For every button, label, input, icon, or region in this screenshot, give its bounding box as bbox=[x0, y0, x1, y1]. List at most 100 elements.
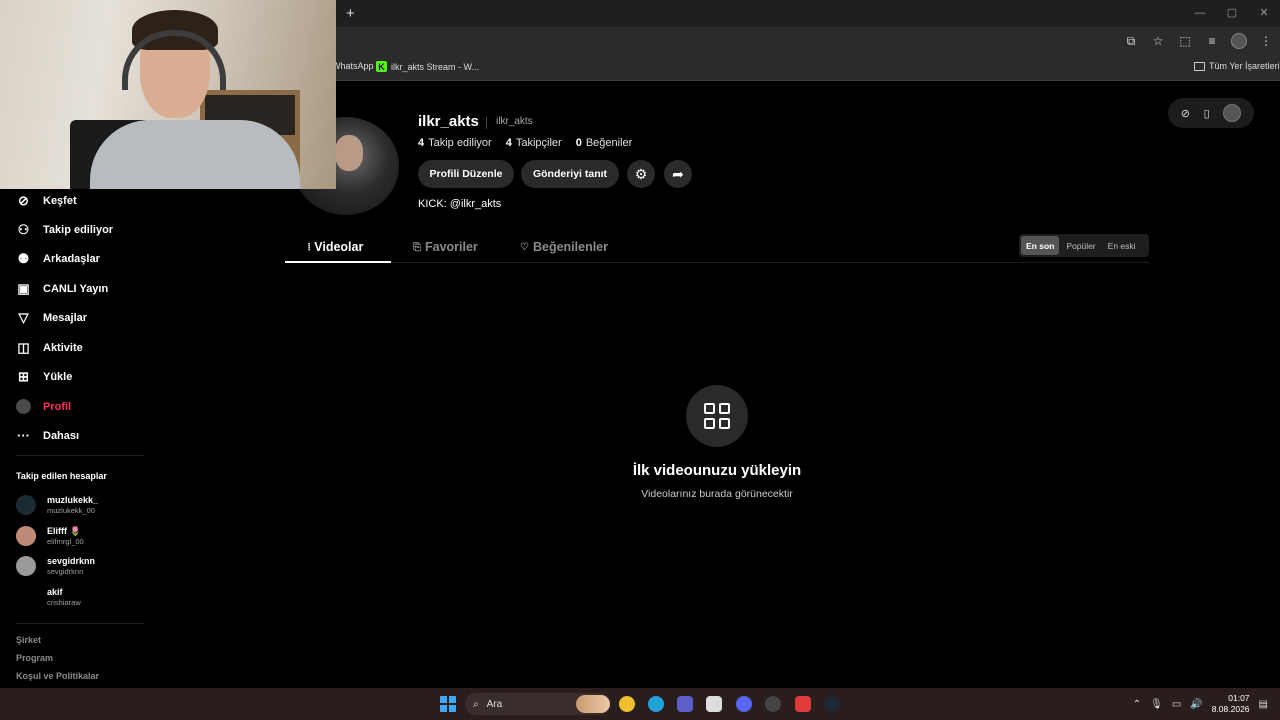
avatar[interactable] bbox=[1223, 104, 1242, 122]
stat-label: Takip ediliyor bbox=[428, 137, 492, 149]
notification-icon[interactable]: ▤ bbox=[1259, 699, 1268, 710]
maximize-button[interactable]: ▢ bbox=[1216, 0, 1248, 27]
empty-state-title: İlk videounuzu yükleyin bbox=[632, 462, 802, 479]
steam-icon[interactable] bbox=[824, 696, 840, 712]
taskbar-search[interactable]: ⌕ Ara bbox=[465, 693, 610, 715]
activity-icon: ◫ bbox=[17, 339, 30, 355]
tab-label: Favoriler bbox=[425, 240, 478, 254]
sidebar-item-upload[interactable]: ⊞ Yükle bbox=[16, 369, 72, 384]
account-username: crishiaraw bbox=[47, 598, 81, 607]
tab-label: Videolar bbox=[314, 240, 364, 254]
kebab-menu-icon[interactable]: ⋮ bbox=[1258, 33, 1274, 49]
footer-link-terms[interactable]: Koşul ve Politikalar bbox=[16, 671, 99, 681]
search-highlight-image bbox=[576, 695, 610, 713]
install-app-icon[interactable]: ⧉ bbox=[1123, 33, 1139, 49]
extensions-icon[interactable]: ⬚ bbox=[1177, 33, 1193, 49]
edge-icon[interactable] bbox=[648, 696, 664, 712]
bookmark-label: ilkr_akts Stream - W... bbox=[391, 61, 480, 72]
all-bookmarks-folder[interactable]: Tüm Yer İşaretleri bbox=[1194, 61, 1280, 71]
footer-link-company[interactable]: Şirket bbox=[16, 635, 41, 645]
new-tab-button[interactable]: + bbox=[346, 5, 355, 22]
account-item[interactable]: sevgidrknn sevgidrknn bbox=[16, 556, 95, 576]
settings-gear-icon[interactable]: ⚙ bbox=[627, 160, 655, 188]
phone-icon[interactable]: ▯ bbox=[1204, 107, 1210, 120]
live-icon: ▣ bbox=[17, 280, 30, 296]
chrome-icon[interactable] bbox=[619, 696, 635, 712]
sort-popular[interactable]: Popüler bbox=[1061, 236, 1100, 255]
bookmark-whatsapp[interactable]: WhatsApp bbox=[332, 61, 374, 71]
app-icon[interactable] bbox=[765, 696, 781, 712]
windows-start-icon[interactable] bbox=[440, 696, 456, 712]
empty-grid-icon bbox=[686, 385, 748, 447]
sidebar-item-live[interactable]: ▣ CANLI Yayın bbox=[16, 281, 108, 296]
microphone-icon[interactable]: 🎙 bbox=[1150, 699, 1163, 710]
sidebar-item-more[interactable]: ··· Dahası bbox=[16, 428, 79, 443]
sort-latest[interactable]: En son bbox=[1021, 236, 1060, 255]
stat-followers[interactable]: 4 Takipçiler bbox=[506, 137, 562, 149]
app-icon[interactable] bbox=[795, 696, 811, 712]
media-controls-icon[interactable]: ≡ bbox=[1204, 33, 1220, 49]
edit-profile-button[interactable]: Profili Düzenle bbox=[418, 160, 514, 188]
volume-icon[interactable]: 🔊 bbox=[1190, 699, 1202, 710]
network-icon[interactable]: ▭ bbox=[1172, 699, 1181, 710]
divider bbox=[486, 117, 487, 129]
sidebar-item-label: Takip ediliyor bbox=[43, 223, 114, 236]
upload-icon: ⊞ bbox=[18, 368, 29, 384]
divider bbox=[16, 455, 144, 456]
teams-icon[interactable] bbox=[677, 696, 693, 712]
bookmark-kick-stream[interactable]: Kilkr_akts Stream - W... bbox=[376, 61, 479, 72]
tab-videos[interactable]: ⦙ Videolar bbox=[308, 240, 363, 254]
stat-label: Beğeniler bbox=[585, 137, 633, 149]
account-item[interactable]: akif crishiaraw bbox=[16, 587, 81, 607]
account-username: sevgidrknn bbox=[47, 567, 84, 576]
chevron-up-icon[interactable]: ⌃ bbox=[1133, 699, 1141, 710]
sidebar-item-following[interactable]: ⚇ Takip ediliyor bbox=[16, 222, 113, 237]
close-button[interactable]: ✕ bbox=[1248, 0, 1280, 27]
profile-stats: 4 Takip ediliyor 4 Takipçiler 0 Beğeniler bbox=[418, 137, 632, 149]
share-icon[interactable]: ➦ bbox=[664, 160, 692, 188]
send-icon: ▽ bbox=[18, 309, 29, 325]
snipping-tool-icon[interactable] bbox=[706, 696, 722, 712]
sidebar-item-activity[interactable]: ◫ Aktivite bbox=[16, 339, 83, 355]
tab-favorites[interactable]: ⎘ Favoriler bbox=[413, 240, 478, 254]
sidebar-item-label: Dahası bbox=[43, 429, 80, 442]
clock-date: 8.08.2026 bbox=[1211, 704, 1250, 714]
account-name: sevgidrknn bbox=[47, 556, 96, 566]
tabs-divider bbox=[285, 262, 1150, 263]
promote-post-button[interactable]: Gönderiyi tanıt bbox=[521, 160, 619, 188]
compass-icon[interactable]: ⊘ bbox=[1181, 107, 1190, 120]
user-follow-icon: ⚇ bbox=[17, 221, 30, 237]
tab-liked[interactable]: ♡ Beğenilenler bbox=[520, 240, 608, 254]
account-username: muzlukekk_00 bbox=[47, 506, 95, 515]
active-tab-indicator bbox=[285, 261, 391, 263]
sidebar-item-explore[interactable]: ⊘ Keşfet bbox=[16, 193, 77, 208]
top-right-actions: ⊘ ▯ bbox=[1168, 98, 1254, 128]
folder-icon bbox=[1194, 61, 1205, 71]
system-tray: ⌃ 🎙 ▭ 🔊 01:07 8.08.2026 ▤ bbox=[1133, 688, 1280, 720]
account-item[interactable]: Elifff 🌷 elifmrgl_00 bbox=[16, 526, 84, 546]
stat-count: 4 bbox=[418, 137, 425, 149]
avatar-icon bbox=[16, 399, 31, 414]
sidebar-item-messages[interactable]: ▽ Mesajlar bbox=[16, 309, 88, 325]
sidebar-item-label: Keşfet bbox=[43, 194, 77, 207]
stat-following[interactable]: 4 Takip ediliyor bbox=[418, 137, 492, 149]
profile-username: ilkr_akts bbox=[418, 113, 479, 130]
grid-bars-icon: ⦙ bbox=[308, 241, 311, 253]
sidebar-item-label: Aktivite bbox=[43, 341, 83, 354]
browser-profile-avatar[interactable] bbox=[1231, 33, 1247, 49]
star-icon[interactable]: ☆ bbox=[1150, 33, 1166, 49]
discord-icon[interactable] bbox=[736, 696, 752, 712]
toolbar-icons: ⧉ ☆ ⬚ ≡ ⋮ bbox=[1123, 33, 1274, 49]
kick-logo-icon: K bbox=[376, 61, 387, 72]
sidebar-item-label: CANLI Yayın bbox=[43, 282, 109, 295]
account-name: akif bbox=[47, 587, 63, 597]
avatar bbox=[16, 556, 36, 576]
friends-icon: ⚉ bbox=[17, 250, 30, 266]
minimize-button[interactable]: — bbox=[1184, 0, 1216, 27]
sidebar-item-profile[interactable]: Profil bbox=[16, 399, 71, 414]
clock[interactable]: 01:07 8.08.2026 bbox=[1212, 693, 1250, 715]
window-controls: — ▢ ✕ bbox=[1184, 0, 1280, 27]
sidebar-item-friends[interactable]: ⚉ Arkadaşlar bbox=[16, 251, 100, 266]
footer-link-program[interactable]: Program bbox=[16, 653, 53, 663]
sort-oldest[interactable]: En eski bbox=[1103, 236, 1141, 255]
